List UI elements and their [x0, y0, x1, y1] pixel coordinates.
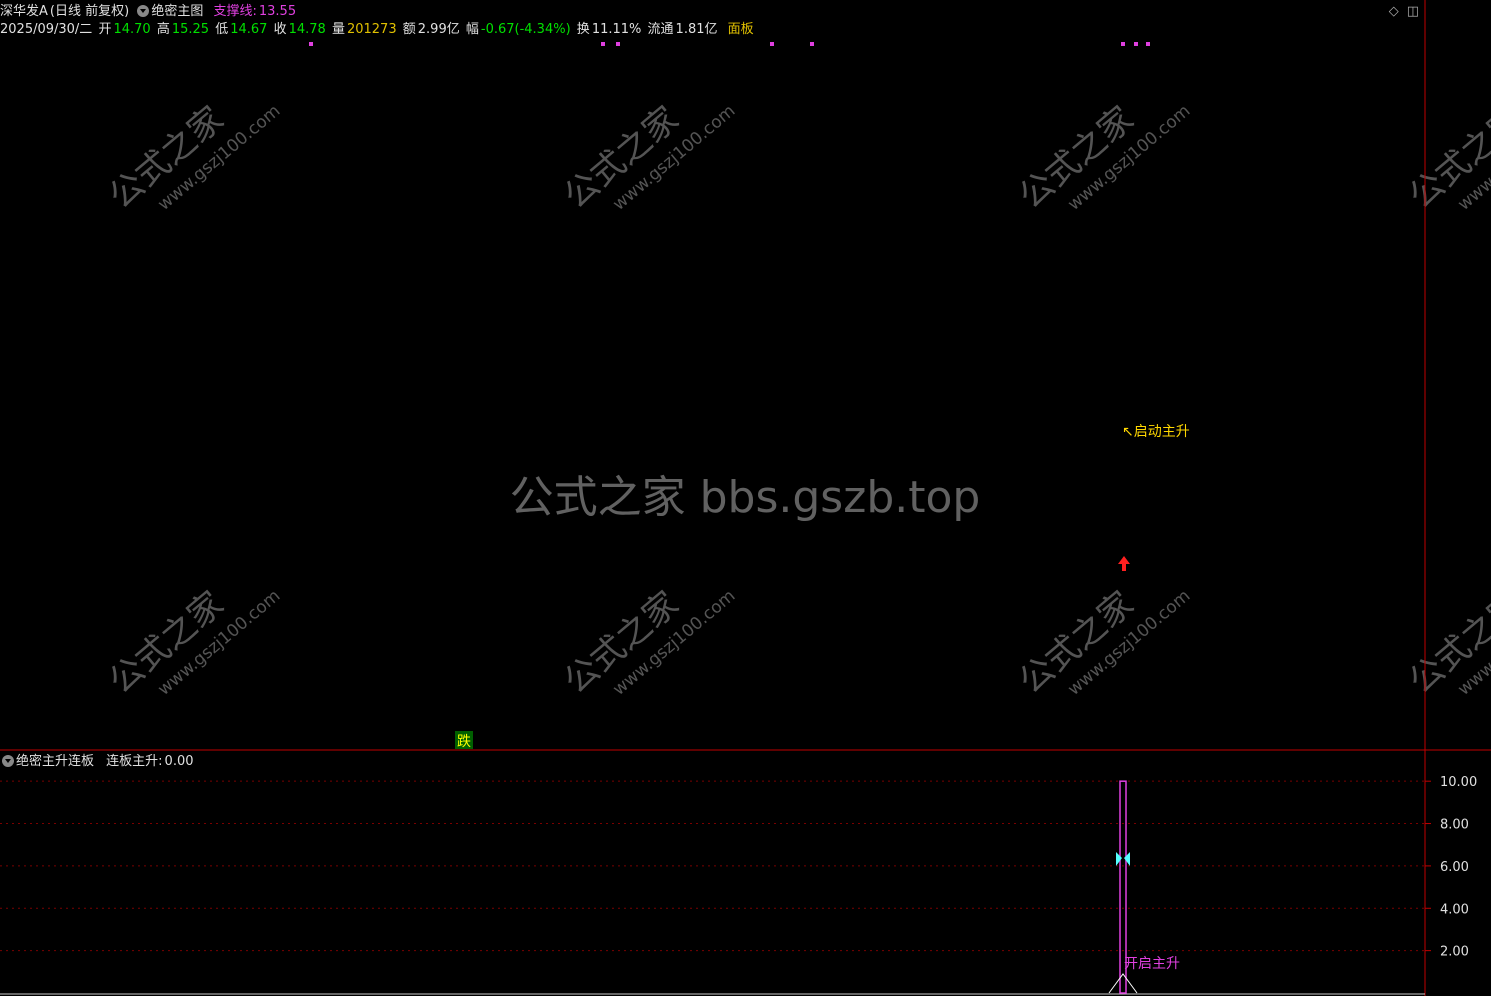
signal-label: 开启主升: [1124, 956, 1180, 972]
fall-label: 跌: [457, 734, 471, 750]
sub-y-tick-label: 2.00: [1440, 945, 1469, 960]
watermark-tile: 公式之家www.gszj100.com: [1401, 99, 1491, 217]
signal-dot: [601, 42, 605, 46]
watermark-tile: 公式之家www.gszj100.com: [101, 584, 284, 702]
butterfly-icon: [1116, 852, 1130, 866]
sub-y-tick-label: 6.00: [1440, 860, 1469, 875]
watermark-layer: 公式之家www.gszj100.com 公式之家www.gszj100.com 公式…: [101, 99, 1491, 702]
signal-dot: [309, 42, 313, 46]
signal-dot: [616, 42, 620, 46]
start-label: ↖启动主升: [1122, 424, 1190, 440]
watermark-tile: 公式之家www.gszj100.com: [556, 584, 739, 702]
watermark-center: 公式之家 bbs.gszb.top: [510, 472, 981, 523]
watermark-tile: 公式之家www.gszj100.com: [1011, 584, 1194, 702]
up-arrow-icon: [1118, 556, 1130, 571]
watermark-tile: 公式之家www.gszj100.com: [101, 99, 284, 217]
peak-marker: [1108, 973, 1138, 994]
signal-dot: [1146, 42, 1150, 46]
sub-y-tick-label: 4.00: [1440, 902, 1469, 917]
stock-chart[interactable]: 公式之家www.gszj100.com 公式之家www.gszj100.com 公式…: [0, 0, 1491, 996]
sub-y-tick-label: 10.00: [1440, 775, 1477, 790]
signal-dot: [1134, 42, 1138, 46]
watermark-tile: 公式之家www.gszj100.com: [1401, 584, 1491, 702]
signal-dot: [770, 42, 774, 46]
sub-y-tick-label: 8.00: [1440, 818, 1469, 833]
sub-chart: 10.00 8.00 6.00 4.00 2.00 开启主升: [0, 775, 1477, 994]
signal-dot: [1121, 42, 1125, 46]
signal-dot: [810, 42, 814, 46]
watermark-tile: 公式之家www.gszj100.com: [1011, 99, 1194, 217]
watermark-tile: 公式之家www.gszj100.com: [556, 99, 739, 217]
